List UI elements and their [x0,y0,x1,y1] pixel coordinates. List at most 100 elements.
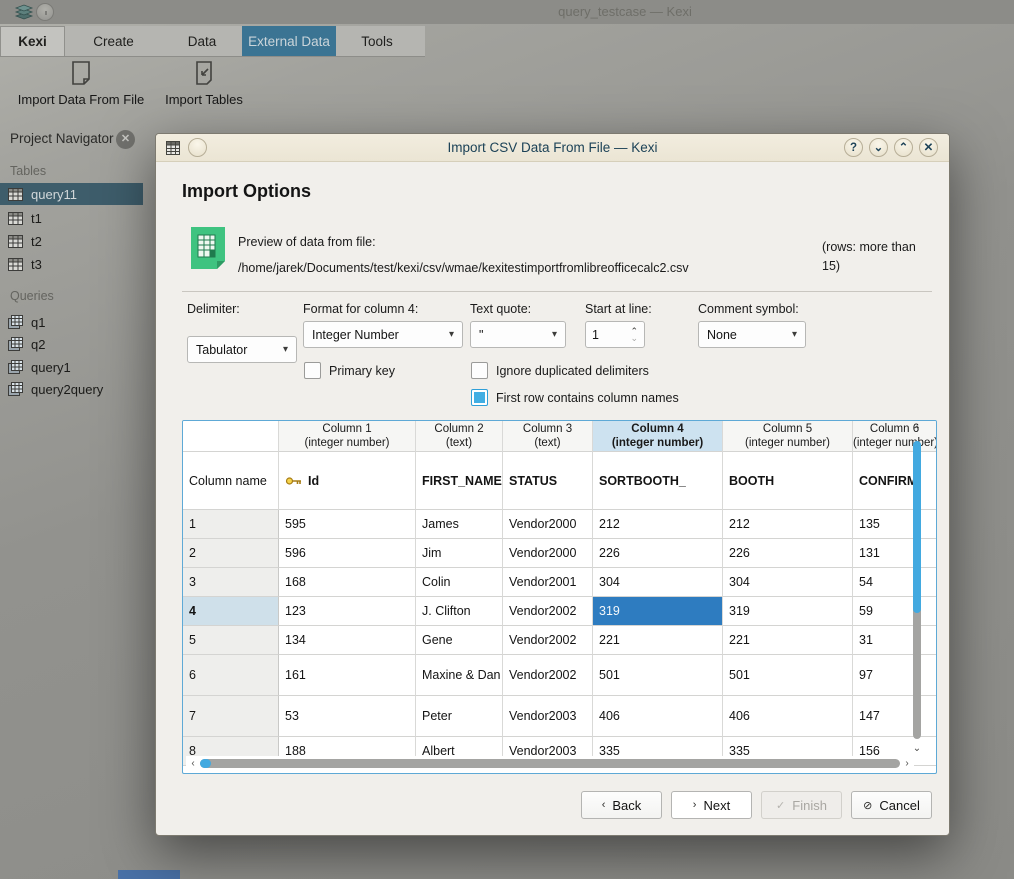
help-button[interactable]: ? [844,138,863,157]
csv-preview-table[interactable]: Column 1(integer number) Column 2(text) … [182,420,937,774]
scroll-right-icon[interactable]: › [900,758,914,769]
cell[interactable]: J. Clifton [416,597,503,626]
horizontal-scroll-thumb[interactable] [200,759,211,768]
first-row-names-checkbox-row[interactable]: First row contains column names [471,389,679,406]
next-button[interactable]: › Next [671,791,752,819]
import-tables-button[interactable]: Import Tables [158,60,250,107]
cell[interactable]: Vendor2000 [503,539,593,568]
column-header-2[interactable]: Column 2(text) [416,421,503,452]
scroll-up-icon[interactable]: ⌃ [910,425,924,437]
tab-create[interactable]: Create [65,26,162,56]
start-at-line-spinner[interactable]: 1 ⌃⌄ [585,321,645,348]
tab-kexi[interactable]: Kexi [0,26,65,56]
cell[interactable]: 123 [279,597,416,626]
cell[interactable]: Jim [416,539,503,568]
cell[interactable]: 319 [723,597,853,626]
sidebar-item-t2[interactable]: t2 [0,230,143,252]
ignore-duplicated-checkbox-row[interactable]: Ignore duplicated delimiters [471,362,649,379]
sidebar-item-t1[interactable]: t1 [0,207,143,229]
cell[interactable]: 595 [279,510,416,539]
column-header-1[interactable]: Column 1(integer number) [279,421,416,452]
cell[interactable]: 221 [593,626,723,655]
column-header-5[interactable]: Column 5(integer number) [723,421,853,452]
cell[interactable]: 161 [279,655,416,696]
dialog-titlebar[interactable]: Import CSV Data From File — Kexi ? ⌄ ⌃ ✕ [156,134,949,162]
cell[interactable]: Vendor2000 [503,510,593,539]
cell[interactable]: 406 [723,696,853,737]
table-row[interactable]: 1 595 James Vendor2000 212 212 135 [183,510,936,539]
cell[interactable]: Vendor2002 [503,655,593,696]
sidebar-item-q2[interactable]: q2 [0,333,143,355]
selected-cell[interactable]: 319 [593,597,723,626]
horizontal-scroll-track[interactable] [200,759,900,768]
cell[interactable]: 134 [279,626,416,655]
import-data-from-file-button[interactable]: Import Data From File [10,60,152,107]
cancel-button[interactable]: ⊘ Cancel [851,791,932,819]
sidebar-item-query11[interactable]: query11 [0,183,143,205]
cell[interactable]: 212 [723,510,853,539]
comment-symbol-select[interactable]: None ▾ [698,321,806,348]
cell[interactable]: James [416,510,503,539]
unshade-button[interactable]: ⌃ [894,138,913,157]
cell[interactable]: 304 [593,568,723,597]
primary-key-checkbox-row[interactable]: Primary key [304,362,395,379]
format-select[interactable]: Integer Number ▾ [303,321,463,348]
sidebar-item-q1[interactable]: q1 [0,311,143,333]
project-navigator-close-icon[interactable]: ✕ [116,130,135,149]
cell[interactable]: 596 [279,539,416,568]
vertical-scrollbar[interactable]: ⌃ ⌄ [910,425,924,755]
sidebar-item-query1[interactable]: query1 [0,356,143,378]
table-row-selected[interactable]: 4 123 J. Clifton Vendor2002 319 319 59 [183,597,936,626]
table-row[interactable]: 6 161 Maxine & Dan Vendor2002 501 501 97 [183,655,936,696]
table-row[interactable]: 5 134 Gene Vendor2002 221 221 31 [183,626,936,655]
table-row[interactable]: 3 168 Colin Vendor2001 304 304 54 [183,568,936,597]
primary-key-checkbox[interactable] [304,362,321,379]
cell[interactable]: Maxine & Dan [416,655,503,696]
ignore-duplicated-checkbox[interactable] [471,362,488,379]
spin-down-icon[interactable]: ⌄ [630,335,638,342]
cell[interactable]: 501 [593,655,723,696]
cell[interactable]: 226 [723,539,853,568]
column-header-4-selected[interactable]: Column 4(integer number) [593,421,723,452]
close-button[interactable]: ✕ [919,138,938,157]
cell[interactable]: Vendor2002 [503,597,593,626]
tab-tools[interactable]: Tools [336,26,418,56]
delimiter-select[interactable]: Tabulator ▾ [187,336,297,363]
sidebar-item-query2query[interactable]: query2query [0,378,143,400]
vertical-scroll-thumb[interactable] [913,441,921,613]
cell[interactable]: 168 [279,568,416,597]
cell[interactable]: Vendor2003 [503,696,593,737]
field-name-id[interactable]: Id [279,452,416,510]
cell[interactable]: 212 [593,510,723,539]
field-name-sortbooth[interactable]: SORTBOOTH_ [593,452,723,510]
shade-button[interactable]: ⌄ [869,138,888,157]
cell[interactable]: 406 [593,696,723,737]
field-name-first-name[interactable]: FIRST_NAME [416,452,503,510]
cell[interactable]: 304 [723,568,853,597]
sidebar-item-t3[interactable]: t3 [0,253,143,275]
cell[interactable]: Vendor2001 [503,568,593,597]
scroll-down-icon[interactable]: ⌄ [910,743,924,755]
scroll-left-icon[interactable]: ‹ [186,758,200,769]
cell[interactable]: Colin [416,568,503,597]
first-row-names-checkbox[interactable] [471,389,488,406]
horizontal-scrollbar[interactable]: ‹ › [186,756,914,771]
table-row[interactable]: 7 53 Peter Vendor2003 406 406 147 [183,696,936,737]
window-menu-button[interactable] [36,3,54,21]
cell[interactable]: 226 [593,539,723,568]
column-header-3[interactable]: Column 3(text) [503,421,593,452]
cell[interactable]: Vendor2002 [503,626,593,655]
cell[interactable]: 53 [279,696,416,737]
cell[interactable]: 501 [723,655,853,696]
tab-data[interactable]: Data [162,26,242,56]
cell[interactable]: 221 [723,626,853,655]
tab-external-data[interactable]: External Data [242,26,336,56]
field-name-status[interactable]: STATUS [503,452,593,510]
back-button[interactable]: ‹ Back [581,791,662,819]
text-quote-select[interactable]: " ▾ [470,321,566,348]
field-name-booth[interactable]: BOOTH [723,452,853,510]
table-row[interactable]: 2 596 Jim Vendor2000 226 226 131 [183,539,936,568]
spinner-arrows[interactable]: ⌃⌄ [630,328,638,342]
cell[interactable]: Gene [416,626,503,655]
cell[interactable]: Peter [416,696,503,737]
